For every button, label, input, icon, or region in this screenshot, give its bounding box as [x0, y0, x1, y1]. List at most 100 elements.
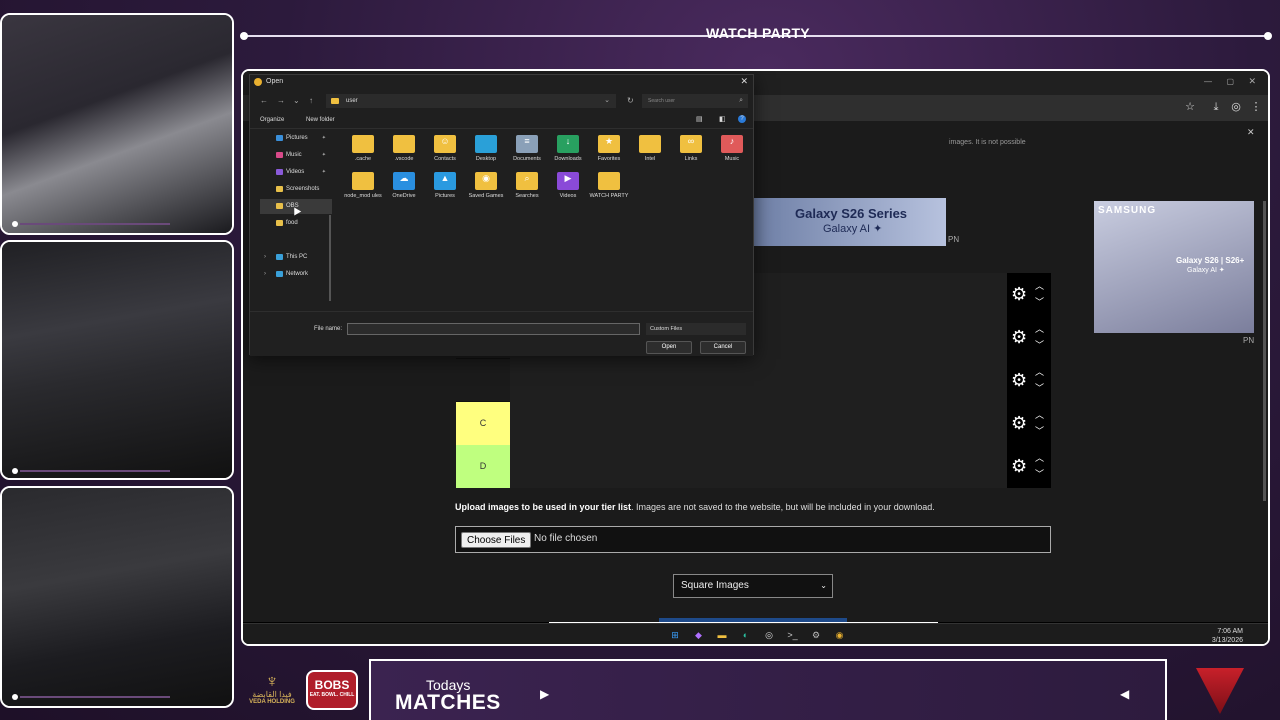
file-item[interactable]: ⌕ Searches	[507, 172, 547, 200]
file-item[interactable]: ☺ Contacts	[425, 135, 465, 163]
file-item[interactable]: Desktop	[466, 135, 506, 163]
file-item-label: Downloads	[554, 156, 582, 162]
file-item[interactable]: ▲ Pictures	[425, 172, 465, 200]
downloads-icon[interactable]: ⤓	[1209, 100, 1223, 114]
bookmark-star-icon[interactable]: ☆	[1183, 100, 1197, 114]
open-button[interactable]: Open	[646, 341, 692, 354]
tier-drop-zone[interactable]	[510, 359, 1007, 402]
tier-drop-zone[interactable]	[510, 402, 1007, 445]
file-item[interactable]: WATCH PARTY	[589, 172, 629, 200]
tier-settings-icon[interactable]: ⚙	[1011, 327, 1027, 348]
file-name-input[interactable]	[347, 323, 640, 335]
image-shape-select[interactable]: Square Images ⌄	[673, 574, 833, 598]
file-input[interactable]: Choose Files No file chosen	[455, 526, 1051, 553]
move-down-icon[interactable]: ﹀	[1035, 381, 1044, 394]
sidebar-item-screenshots[interactable]: Screenshots	[260, 182, 332, 197]
sidebar-item-network[interactable]: › Network	[260, 267, 332, 282]
sidebar-item-music[interactable]: Music ✦	[260, 148, 332, 163]
tier-settings-icon[interactable]: ⚙	[1011, 413, 1027, 434]
file-item[interactable]: Intel	[630, 135, 670, 163]
move-up-icon[interactable]: ︿	[1035, 451, 1044, 464]
move-down-icon[interactable]: ﹀	[1035, 424, 1044, 437]
back-arrow-icon[interactable]: ←	[260, 96, 268, 105]
move-down-icon[interactable]: ﹀	[1035, 338, 1044, 351]
maximize-icon[interactable]: ▢	[1226, 77, 1234, 86]
sidebar-scrollbar[interactable]	[329, 215, 331, 301]
file-item[interactable]: .cache	[343, 135, 383, 163]
tier-settings-icon[interactable]: ⚙	[1011, 456, 1027, 477]
veda-holding-logo: ♆ فيدا القابضة VEDA HOLDING	[246, 672, 298, 708]
webcam-1	[0, 13, 234, 235]
file-item[interactable]: ∞ Links	[671, 135, 711, 163]
sidebar-item-this-pc[interactable]: › This PC	[260, 250, 332, 265]
copilot-icon[interactable]: ◆	[692, 628, 706, 642]
file-explorer-icon[interactable]: ▬	[715, 628, 729, 642]
obs-icon[interactable]: ◎	[762, 628, 776, 642]
samsung-ad-top[interactable]: Galaxy S26 Series Galaxy AI ✦	[753, 198, 946, 246]
view-options-icon[interactable]: ▤	[696, 115, 703, 123]
tier-label-d[interactable]: D	[456, 445, 510, 488]
expand-chevron-icon[interactable]: ›	[264, 250, 266, 265]
close-window-icon[interactable]: ✕	[1248, 76, 1256, 87]
move-up-icon[interactable]: ︿	[1035, 408, 1044, 421]
move-up-icon[interactable]: ︿	[1035, 322, 1044, 335]
sidebar-item-label: food	[286, 220, 298, 226]
dialog-search-input[interactable]: Search user ⌕	[642, 94, 748, 108]
folder-icon	[276, 186, 283, 192]
menu-icon[interactable]: ⋮	[1249, 100, 1263, 114]
move-up-icon[interactable]: ︿	[1035, 279, 1044, 292]
file-item[interactable]: ≡ Documents	[507, 135, 547, 163]
forward-arrow-icon[interactable]: →	[277, 96, 285, 105]
move-up-icon[interactable]: ︿	[1035, 365, 1044, 378]
tier-controls: ⚙ ︿ ﹀	[1007, 359, 1051, 402]
profile-icon[interactable]: ◎	[1229, 100, 1243, 114]
file-item[interactable]: ◉ Saved Games	[466, 172, 506, 200]
file-type-select[interactable]: Custom Files	[646, 323, 746, 335]
taskbar-clock[interactable]: 7:06 AM 3/13/2026	[1212, 627, 1243, 644]
sidebar-item-food[interactable]: food	[260, 216, 332, 231]
folder-icon	[276, 135, 283, 141]
dialog-close-icon[interactable]: ✕	[740, 76, 748, 87]
chrome-icon[interactable]: ◉	[833, 628, 847, 642]
help-icon[interactable]: ?	[738, 115, 746, 123]
close-banner-icon[interactable]: ✕	[1247, 127, 1255, 138]
folder-icon: ⌕	[516, 172, 538, 190]
tier-row-c: C ⚙ ︿ ﹀	[456, 402, 1051, 445]
tier-drop-zone[interactable]	[510, 445, 1007, 488]
preview-pane-icon[interactable]: ◧	[719, 115, 726, 123]
organize-button[interactable]: Organize	[260, 117, 284, 123]
choose-files-button[interactable]: Choose Files	[461, 532, 532, 548]
samsung-ad-right[interactable]: SAMSUNG Galaxy S26 | S26+ Galaxy AI ✦	[1094, 201, 1254, 333]
file-item[interactable]: .vscode	[384, 135, 424, 163]
terminal-icon[interactable]: >_	[786, 628, 800, 642]
move-down-icon[interactable]: ﹀	[1035, 295, 1044, 308]
up-arrow-icon[interactable]: ↑	[309, 96, 313, 105]
move-down-icon[interactable]: ﹀	[1035, 467, 1044, 480]
file-item[interactable]: ♪ Music	[712, 135, 752, 163]
new-folder-button[interactable]: New folder	[306, 117, 335, 123]
tier-label[interactable]	[456, 359, 510, 402]
refresh-icon[interactable]: ↻	[627, 96, 634, 105]
file-item[interactable]: ↓ Downloads	[548, 135, 588, 163]
tier-row-d: D ⚙ ︿ ﹀	[456, 445, 1051, 488]
folder-icon	[352, 172, 374, 190]
settings-icon[interactable]: ⚙	[809, 628, 823, 642]
tier-settings-icon[interactable]: ⚙	[1011, 370, 1027, 391]
path-dropdown-icon[interactable]: ⌄	[604, 94, 610, 108]
file-item[interactable]: node_mod ules	[343, 172, 383, 200]
file-item[interactable]: ★ Favorites	[589, 135, 629, 163]
sidebar-item-pictures[interactable]: Pictures ✦	[260, 131, 332, 146]
start-icon[interactable]: ⊞	[668, 628, 682, 642]
page-scrollbar[interactable]	[1263, 201, 1266, 501]
address-path[interactable]: user ⌄	[326, 94, 616, 108]
file-item[interactable]: ☁ OneDrive	[384, 172, 424, 200]
sidebar-item-videos[interactable]: Videos ✦	[260, 165, 332, 180]
history-chevron-icon[interactable]: ⌄	[293, 96, 300, 105]
cancel-button[interactable]: Cancel	[700, 341, 746, 354]
tier-label-c[interactable]: C	[456, 402, 510, 445]
expand-chevron-icon[interactable]: ›	[264, 267, 266, 282]
edge-icon[interactable]: ◐	[739, 628, 753, 642]
file-item[interactable]: ▶ Videos	[548, 172, 588, 200]
tier-settings-icon[interactable]: ⚙	[1011, 284, 1027, 305]
minimize-icon[interactable]: —	[1204, 77, 1212, 86]
